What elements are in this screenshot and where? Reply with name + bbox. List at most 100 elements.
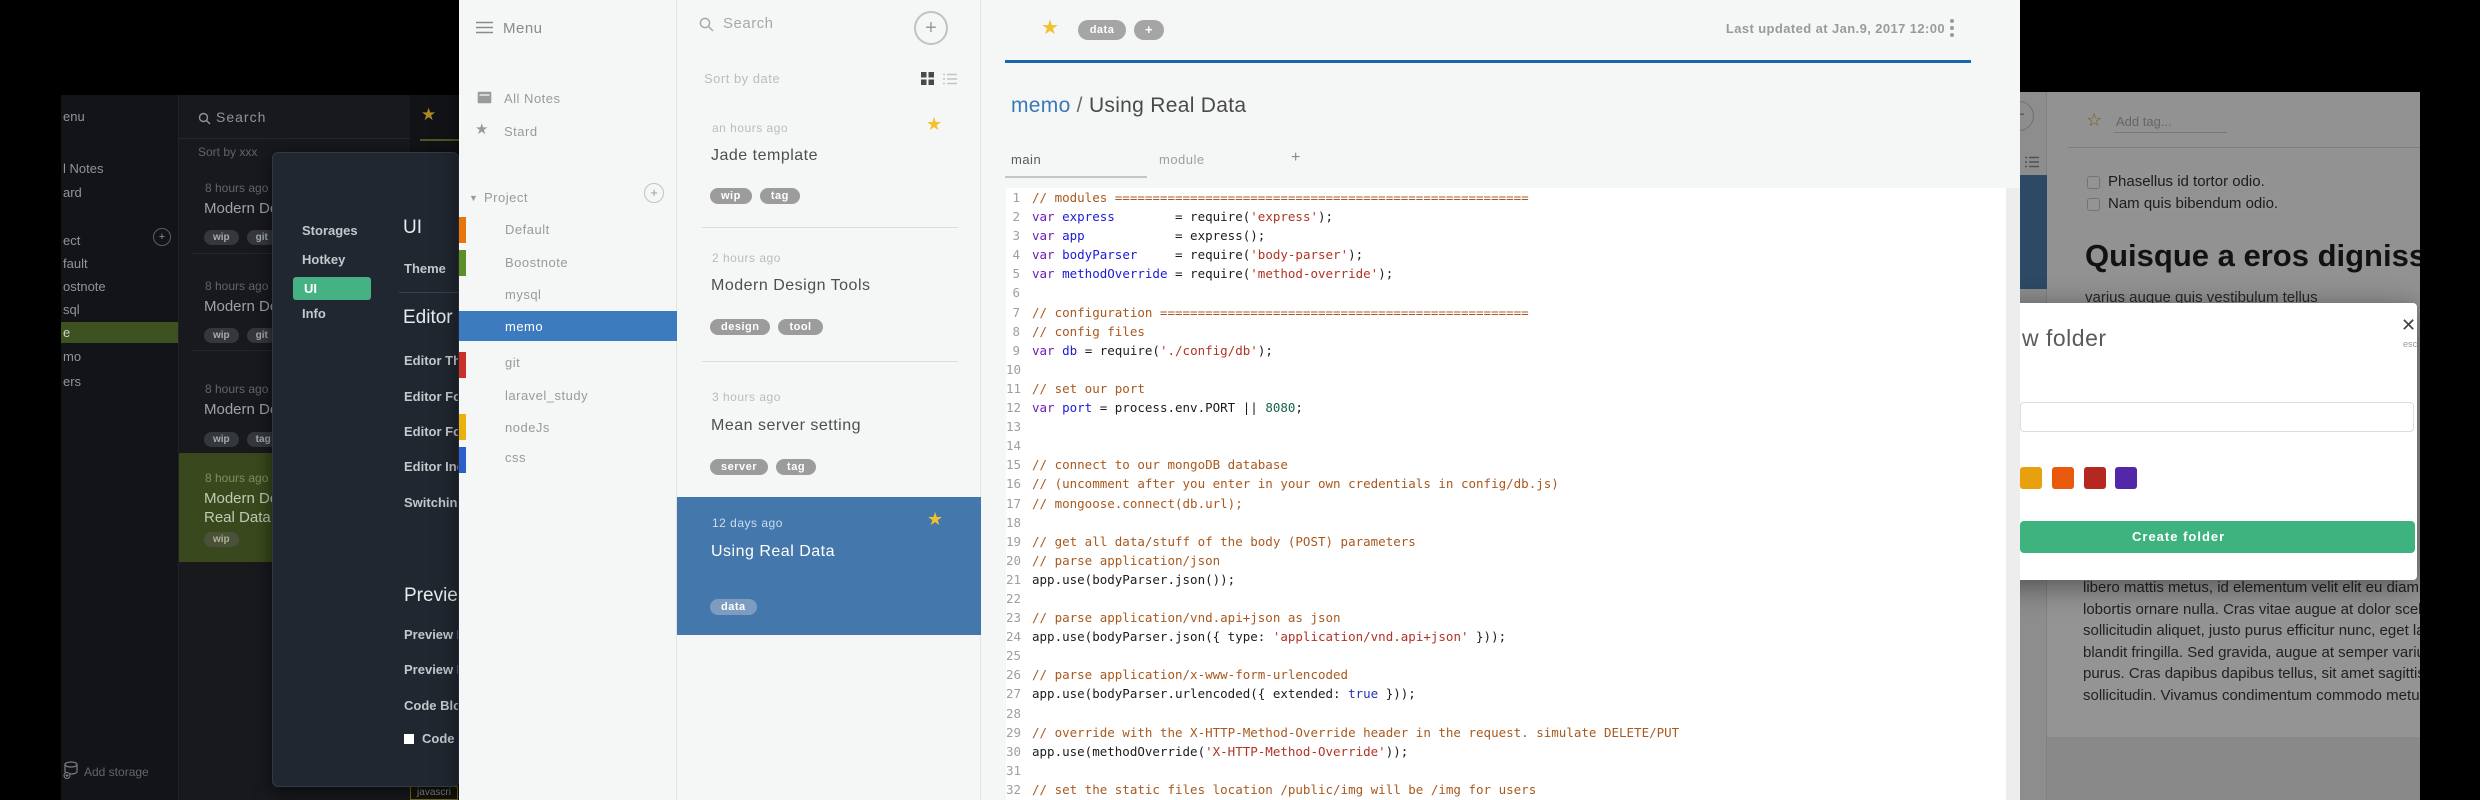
kebab-menu-icon[interactable]: [1950, 16, 1954, 40]
list-view-icon[interactable]: [943, 73, 957, 85]
dark-folder-item[interactable]: sql: [63, 302, 80, 317]
tag-pill: tool: [778, 319, 823, 335]
settings-tab-ui-active[interactable]: UI: [293, 277, 371, 300]
note-detail: ★ data + Last updated at Jan.9, 2017 12:…: [981, 0, 2020, 800]
tab-main-active[interactable]: main: [1011, 152, 1041, 167]
tag-pill: tag: [759, 188, 800, 204]
detail-tag-pill[interactable]: data: [1078, 20, 1126, 40]
tag-pill: wip: [204, 432, 239, 447]
folder-item-css[interactable]: css: [505, 450, 526, 465]
dark-folder-item[interactable]: fault: [63, 256, 88, 271]
note-star-icon[interactable]: ★: [421, 105, 436, 125]
folder-item-git[interactable]: git: [505, 355, 520, 370]
tag-pill: design: [710, 319, 771, 335]
menu-sidebar: Menu All Notes ★ Stard ▼ Project + Defau…: [459, 0, 677, 800]
settings-tab-storages[interactable]: Storages: [302, 223, 358, 238]
note-title[interactable]: Using Real Data: [1089, 94, 1246, 117]
settings-row: Preview F: [404, 627, 459, 642]
settings-tab-info[interactable]: Info: [302, 306, 326, 321]
note-list-item[interactable]: 2 hours ago Modern Design Tools design to…: [677, 228, 981, 362]
dark-sidebar-item-starred[interactable]: ard: [63, 185, 82, 200]
editor-scrollbar[interactable]: [2006, 188, 2020, 800]
add-folder-button[interactable]: +: [644, 183, 664, 203]
dark-folder-item[interactable]: ers: [63, 374, 81, 389]
settings-editor-title: Editor: [403, 307, 453, 328]
storage-icon: [63, 761, 79, 779]
new-folder-modal: w folder ✕ esc Create folder: [2020, 303, 2417, 580]
tag-pill: tag: [776, 459, 817, 475]
folder-item-laravel-study[interactable]: laravel_study: [505, 388, 588, 403]
note-list-item-selected[interactable]: 12 days ago ★ Using Real Data data: [677, 497, 981, 635]
accent-line: [1005, 60, 1971, 63]
dark-folder-item[interactable]: mo: [63, 349, 81, 364]
code-editor[interactable]: 1// modules ============================…: [1006, 188, 2006, 800]
boostnote-main-window: Menu All Notes ★ Stard ▼ Project + Defau…: [459, 0, 2020, 800]
dark-search-input[interactable]: Search: [216, 109, 266, 125]
code-language-badge: javascri: [410, 786, 458, 800]
settings-tab-hotkey[interactable]: Hotkey: [302, 252, 345, 267]
folder-item-nodejs[interactable]: nodeJs: [505, 420, 550, 435]
new-note-button[interactable]: +: [914, 11, 948, 45]
add-storage-button[interactable]: Add storage: [84, 765, 149, 779]
folder-color-swatch[interactable]: [2052, 467, 2074, 489]
dark-search-icon: [198, 112, 211, 125]
grid-view-icon[interactable]: [921, 72, 934, 85]
settings-theme-label: Theme: [404, 261, 446, 276]
settings-checkbox[interactable]: [404, 734, 414, 744]
folder-color-swatch[interactable]: [2084, 467, 2106, 489]
breadcrumb-folder[interactable]: memo: [1011, 94, 1071, 117]
dark-sidebar-item-all-notes[interactable]: l Notes: [63, 161, 103, 176]
settings-row: Switching: [404, 495, 458, 510]
tab-module[interactable]: module: [1159, 152, 1205, 167]
all-notes-icon: [477, 91, 492, 104]
folder-item-memo-selected[interactable]: memo: [459, 311, 677, 341]
tag-pill: wip: [204, 328, 239, 343]
folder-name-input[interactable]: [2020, 402, 2414, 432]
settings-row: Code Blo: [404, 698, 459, 713]
folder-color-bar: [459, 414, 466, 440]
hamburger-icon[interactable]: [476, 21, 493, 34]
sort-by-dropdown[interactable]: Sort by date: [704, 71, 780, 86]
tag-pill: wip: [710, 188, 752, 204]
note-list: Search + Sort by date an hours ago ★ Jad…: [677, 0, 981, 800]
dark-sort-label[interactable]: Sort by xxx: [198, 145, 257, 159]
folder-color-bar: [459, 217, 466, 243]
dark-menu-label[interactable]: enu: [63, 109, 85, 124]
settings-panel: Storages Hotkey UI Info UI Theme Editor …: [272, 152, 459, 787]
active-tab-underline: [1005, 176, 1147, 178]
folder-color-swatch[interactable]: [2115, 467, 2137, 489]
dark-accent-line: [420, 139, 459, 141]
dark-sidebar-project-label[interactable]: ect: [63, 233, 80, 248]
settings-row: Editor Fo: [404, 424, 459, 439]
folder-item-boostnote[interactable]: Boostnote: [505, 255, 568, 270]
dark-add-folder-icon[interactable]: +: [153, 228, 171, 246]
tag-pill: wip: [204, 230, 239, 245]
folder-color-swatch[interactable]: [2020, 467, 2042, 489]
dark-sidebar: enu l Notes ard ect + fault ostnote sql …: [61, 95, 178, 800]
create-folder-button[interactable]: Create folder: [2020, 521, 2415, 553]
note-list-item[interactable]: an hours ago ★ Jade template wip tag: [677, 100, 981, 228]
sidebar-item-all-notes[interactable]: All Notes: [504, 91, 561, 106]
tag-pill: server: [710, 459, 769, 475]
search-input[interactable]: Search: [723, 15, 774, 32]
note-list-item[interactable]: 3 hours ago Mean server setting server ta…: [677, 362, 981, 497]
folder-item-mysql[interactable]: mysql: [505, 287, 541, 302]
dark-folder-item-selected[interactable]: e: [61, 322, 178, 343]
add-tab-button[interactable]: +: [1291, 149, 1301, 167]
detail-star-icon[interactable]: ★: [1041, 15, 1059, 40]
close-icon[interactable]: ✕: [2401, 315, 2416, 336]
search-icon: [699, 17, 714, 32]
settings-row: Editor Th: [404, 353, 459, 368]
dark-folder-item[interactable]: ostnote: [63, 279, 106, 294]
folder-color-bar: [459, 352, 466, 378]
menu-title[interactable]: Menu: [503, 20, 543, 37]
code-lines: 1// modules ============================…: [1006, 190, 1680, 797]
project-section-label[interactable]: Project: [484, 190, 528, 205]
folder-item-default[interactable]: Default: [505, 222, 550, 237]
note-star-icon[interactable]: ★: [926, 114, 942, 135]
add-tag-button[interactable]: +: [1134, 20, 1164, 40]
note-star-icon[interactable]: ★: [927, 509, 943, 530]
chevron-down-icon[interactable]: ▼: [469, 193, 478, 203]
sidebar-item-starred[interactable]: Stard: [504, 124, 538, 139]
tag-pill: data: [710, 599, 757, 615]
